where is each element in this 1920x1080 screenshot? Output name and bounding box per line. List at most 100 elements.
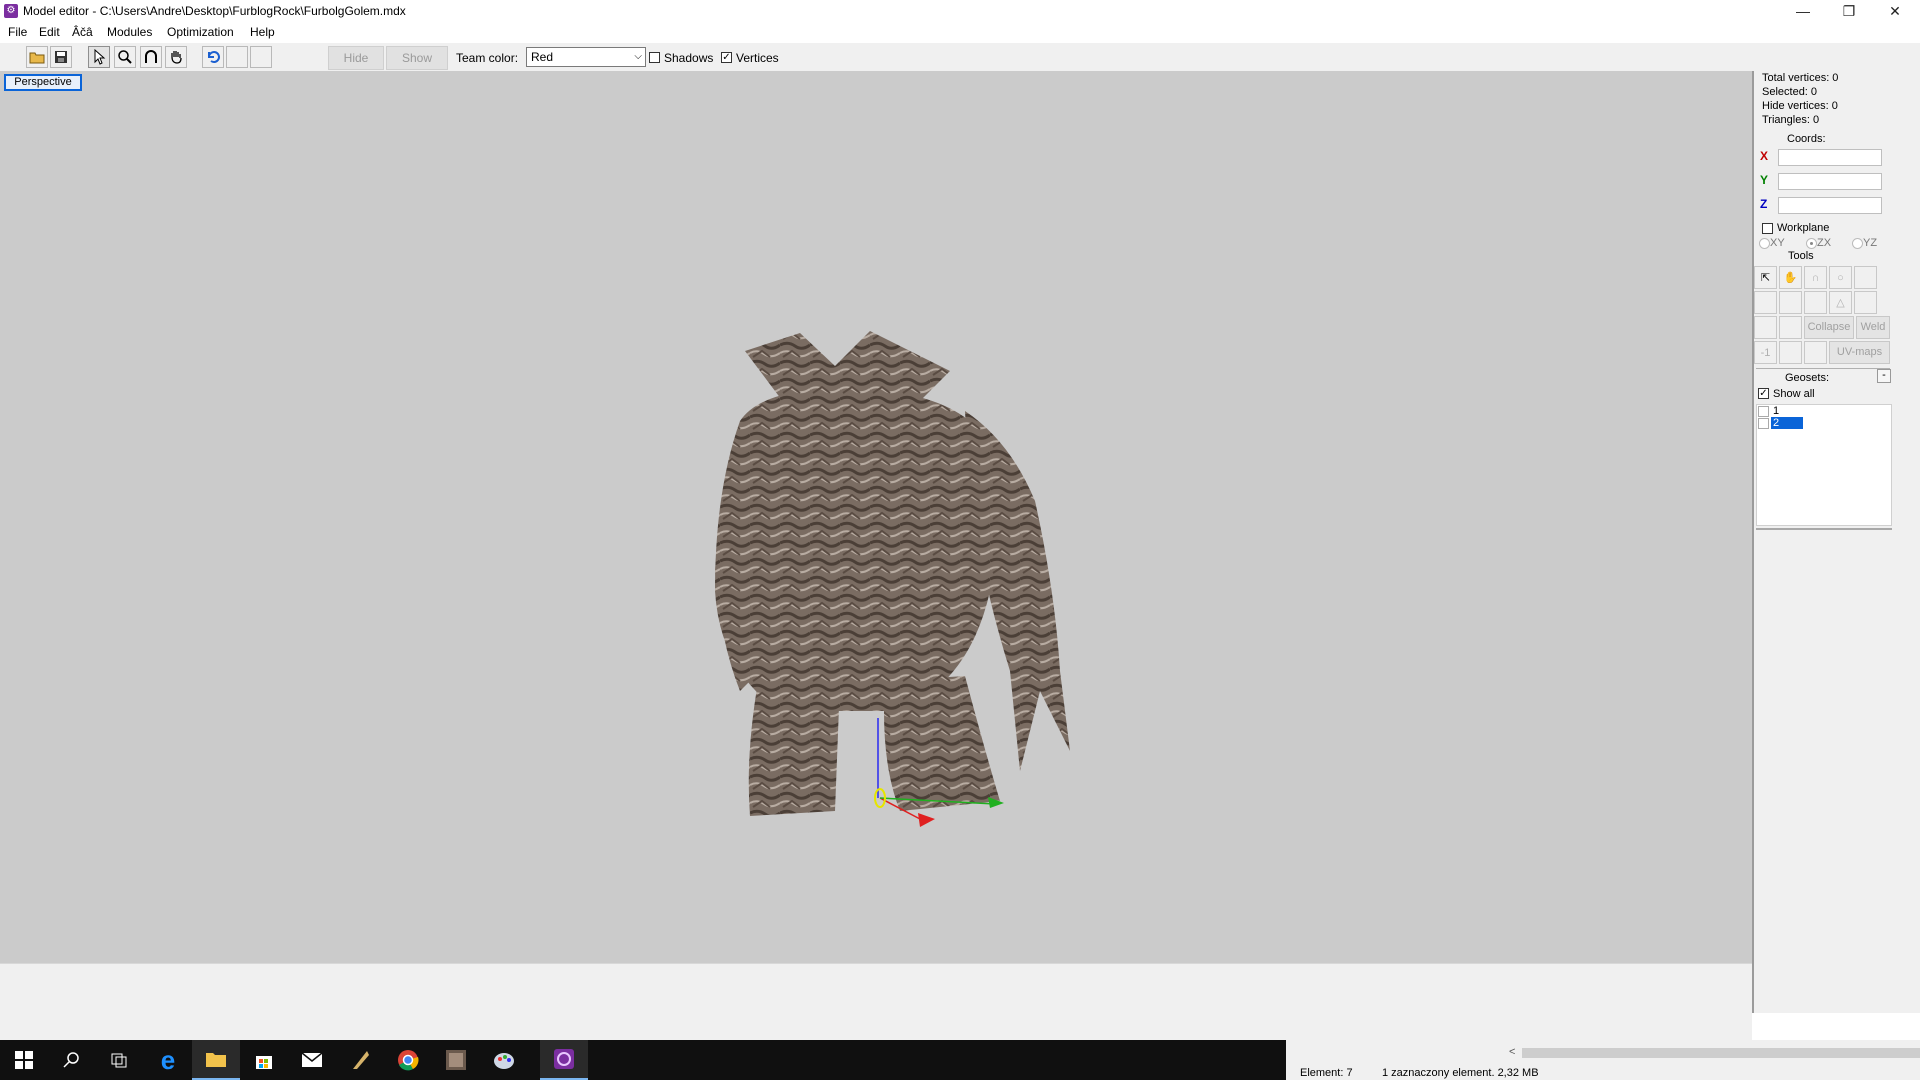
- task-view-button[interactable]: [96, 1040, 144, 1080]
- hand-icon: [171, 51, 182, 64]
- y-label: Y: [1760, 173, 1769, 187]
- menu-edit[interactable]: Edit: [39, 25, 60, 39]
- geoset-2-label[interactable]: 2: [1771, 417, 1803, 429]
- tools-label: Tools: [1788, 250, 1814, 262]
- rotate-icon: [145, 50, 157, 63]
- toolbar: [0, 43, 1920, 71]
- image-viewer-icon: [446, 1050, 466, 1070]
- menu-optimization[interactable]: Optimization: [167, 25, 234, 39]
- geosets-collapse-button[interactable]: -: [1877, 369, 1891, 383]
- start-button[interactable]: [0, 1040, 48, 1080]
- tool-blank-6[interactable]: [1754, 316, 1777, 339]
- team-color-value: Red: [531, 50, 554, 64]
- taskbar-model-editor[interactable]: [540, 1040, 588, 1080]
- tool-blank-1[interactable]: [1854, 266, 1877, 289]
- hide-button[interactable]: Hide: [328, 46, 384, 70]
- weld-button[interactable]: Weld: [1856, 316, 1890, 339]
- selected-count-text: Selected: 0: [1762, 86, 1818, 98]
- search-button[interactable]: [48, 1040, 96, 1080]
- tool-blank-7[interactable]: [1779, 316, 1802, 339]
- checkmark-icon: ✓: [722, 52, 731, 63]
- workplane-checkbox[interactable]: [1762, 223, 1773, 234]
- menu-help[interactable]: Help: [250, 25, 275, 39]
- app-icon: ⚙: [4, 4, 18, 18]
- triangles-text: Triangles: 0: [1762, 114, 1820, 126]
- rotate-icon: ∩: [1811, 271, 1820, 284]
- y-coord-input[interactable]: [1778, 173, 1882, 190]
- minus-one-button[interactable]: -1: [1754, 341, 1777, 364]
- z-coord-input[interactable]: [1778, 197, 1882, 214]
- menu-modules[interactable]: Modules: [107, 25, 152, 39]
- pan-tool-button[interactable]: [165, 46, 187, 68]
- vertices-label: Vertices: [736, 51, 779, 65]
- taskbar-paint[interactable]: [480, 1040, 528, 1080]
- taskbar-file-explorer[interactable]: [192, 1040, 240, 1080]
- close-button[interactable]: ✕: [1872, 0, 1918, 22]
- xy-label: XY: [1770, 237, 1785, 249]
- tool-blank-4[interactable]: [1804, 291, 1827, 314]
- zx-radio[interactable]: [1806, 238, 1817, 249]
- tool-blank-3[interactable]: [1779, 291, 1802, 314]
- geosets-divider: [1756, 368, 1890, 369]
- collapse-button[interactable]: Collapse: [1804, 316, 1854, 339]
- triangle-icon: △: [1836, 297, 1845, 309]
- x-coord-input[interactable]: [1778, 149, 1882, 166]
- 3d-viewport[interactable]: [0, 71, 1752, 963]
- geoset-1-checkbox[interactable]: [1758, 406, 1769, 417]
- rotate-tool[interactable]: ∩: [1804, 266, 1827, 289]
- yz-label: YZ: [1863, 237, 1878, 249]
- toolbar-blank-button[interactable]: [250, 46, 272, 68]
- minimize-button[interactable]: —: [1780, 0, 1826, 22]
- zx-label: ZX: [1817, 237, 1832, 249]
- team-color-select[interactable]: Red ⌵: [526, 47, 646, 67]
- tool-blank-9[interactable]: [1804, 341, 1827, 364]
- show-all-checkbox[interactable]: ✓: [1758, 388, 1769, 399]
- scrollbar-thumb[interactable]: [1522, 1048, 1920, 1058]
- save-button[interactable]: [50, 46, 72, 68]
- menu-file[interactable]: File: [8, 25, 27, 39]
- tool-blank-5[interactable]: [1854, 291, 1877, 314]
- select-vertex-tool[interactable]: ⇱: [1754, 266, 1777, 289]
- geoset-2-checkbox[interactable]: [1758, 418, 1769, 429]
- save-icon: [55, 51, 67, 63]
- hand-icon: ✋: [1783, 272, 1798, 284]
- checkmark-icon: ✓: [1759, 388, 1768, 399]
- show-all-label: Show all: [1773, 388, 1815, 400]
- tool-blank-8[interactable]: [1779, 341, 1802, 364]
- vertices-checkbox[interactable]: ✓: [721, 52, 732, 63]
- shadows-checkbox[interactable]: [649, 52, 660, 63]
- magnifier-icon: [118, 50, 132, 64]
- hide-vertices-text: Hide vertices: 0: [1762, 100, 1838, 112]
- xy-radio[interactable]: [1759, 238, 1770, 249]
- taskbar-app-1[interactable]: [336, 1040, 384, 1080]
- menu-view[interactable]: Âčâ: [72, 25, 93, 39]
- panel-divider: [1756, 528, 1892, 530]
- uv-maps-button[interactable]: UV-maps: [1829, 341, 1890, 364]
- yz-radio[interactable]: [1852, 238, 1863, 249]
- taskbar-mail[interactable]: [288, 1040, 336, 1080]
- scroll-left-arrow[interactable]: <: [1509, 1046, 1515, 1058]
- taskbar-app-2[interactable]: [432, 1040, 480, 1080]
- workplane-label: Workplane: [1777, 222, 1830, 234]
- tool-blank-2[interactable]: [1754, 291, 1777, 314]
- undo-button[interactable]: [202, 46, 224, 68]
- taskbar-chrome[interactable]: [384, 1040, 432, 1080]
- task-view-icon: [111, 1053, 127, 1068]
- extrude-tool[interactable]: △: [1829, 291, 1852, 314]
- show-button[interactable]: Show: [386, 46, 448, 70]
- scale-tool[interactable]: ○: [1829, 266, 1852, 289]
- move-tool[interactable]: ✋: [1779, 266, 1802, 289]
- maximize-button[interactable]: ❐: [1826, 0, 1872, 22]
- taskbar-edge[interactable]: e: [144, 1040, 192, 1080]
- open-file-button[interactable]: [26, 46, 48, 68]
- select-tool-button[interactable]: [88, 46, 110, 68]
- element-count-text: Element: 7: [1300, 1067, 1353, 1079]
- geoset-1-label[interactable]: 1: [1773, 405, 1779, 417]
- taskbar-store[interactable]: [240, 1040, 288, 1080]
- shadows-label: Shadows: [664, 51, 714, 65]
- rotate-tool-button[interactable]: [140, 46, 162, 68]
- zoom-tool-button[interactable]: [114, 46, 136, 68]
- mail-icon: [301, 1052, 323, 1067]
- redo-button[interactable]: [226, 46, 248, 68]
- view-mode-button[interactable]: Perspective: [4, 74, 82, 91]
